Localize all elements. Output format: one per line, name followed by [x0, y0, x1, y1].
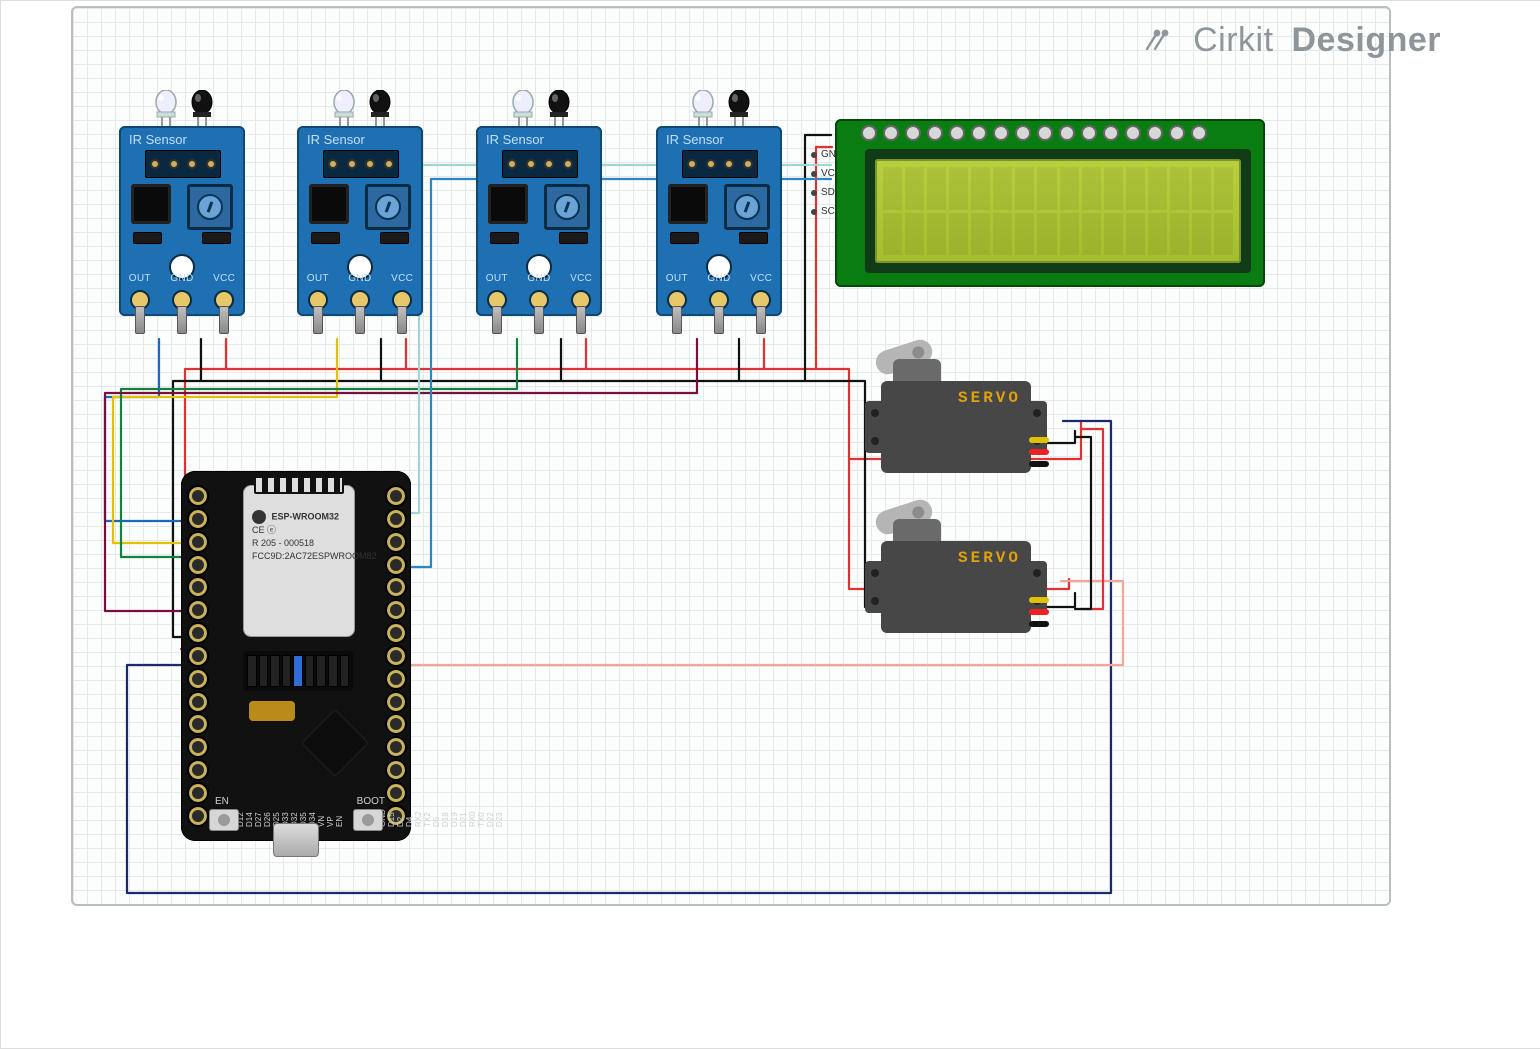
servo-motor-2[interactable]: SERVO: [881, 541, 1051, 633]
capacitor-icon: [249, 701, 295, 721]
ir-led-receiver-icon: [189, 90, 215, 128]
brand-sub: Designer: [1292, 21, 1442, 59]
ir-sensor-1[interactable]: IR Sensor OUT GND VCC: [119, 96, 245, 316]
servo-label: SERVO: [958, 389, 1021, 407]
esp32-module-can: ESP-WROOM32 CE ⓔ R 205 - 000518 FCC9D:2A…: [243, 485, 355, 637]
ir-sensor-title: IR Sensor: [307, 132, 365, 147]
esp32-devkit[interactable]: VinGNDD13D12D14D27D26D25D33D32D35D34VNVP…: [181, 471, 411, 841]
en-button-label: EN: [215, 796, 229, 807]
gpio-header-icon: [243, 651, 353, 691]
lcd-16x2-i2c[interactable]: GND VCC SDA SCL: [835, 119, 1265, 287]
ir-sensor-title: IR Sensor: [129, 132, 187, 147]
brand-logo: Cirkit Designer: [1143, 21, 1441, 62]
boot-button[interactable]: [353, 809, 383, 831]
lcd-header-pins-icon: [861, 125, 1207, 141]
wifi-logo-icon: [252, 510, 266, 524]
ir-sensor-3[interactable]: IR Sensor OUTGNDVCC: [476, 96, 602, 316]
micro-usb-icon[interactable]: [273, 823, 319, 857]
pin-labels: OUT GND VCC: [119, 273, 245, 284]
servo-motor-1[interactable]: SERVO: [881, 381, 1051, 473]
brand-name: Cirkit: [1193, 21, 1273, 59]
lcd-screen: [875, 159, 1241, 263]
header-pins-icon: [145, 150, 221, 178]
ir-sensor-2[interactable]: IR Sensor OUTGNDVCC: [297, 96, 423, 316]
pin-connectors[interactable]: [119, 306, 245, 334]
servo-label: SERVO: [958, 549, 1021, 567]
brand-icon: [1143, 23, 1177, 62]
esp32-pinlabels-left: VinGNDD13D12D14D27D26D25D33D32D35D34VNVP…: [209, 485, 223, 827]
ir-sensor-4[interactable]: IR Sensor OUTGNDVCC: [656, 96, 782, 316]
ir-led-emitter-icon: [153, 90, 179, 128]
ir-led-emitter-icon: [331, 90, 357, 128]
potentiometer-icon[interactable]: [187, 184, 233, 230]
ic-chip-icon: [131, 184, 171, 224]
ir-led-receiver-icon: [367, 90, 393, 128]
lcd-char-grid: [883, 167, 1233, 255]
servo-wire-icon[interactable]: [1029, 437, 1049, 467]
diagram-stage: Cirkit Designer IR Sensor: [0, 0, 1540, 1049]
servo-wire-icon[interactable]: [1029, 597, 1049, 627]
esp32-pinrow-left[interactable]: [187, 485, 207, 827]
antenna-icon: [254, 476, 344, 494]
module-name: ESP-WROOM32: [272, 511, 340, 521]
en-button[interactable]: [209, 809, 239, 831]
boot-button-label: BOOT: [357, 796, 385, 807]
